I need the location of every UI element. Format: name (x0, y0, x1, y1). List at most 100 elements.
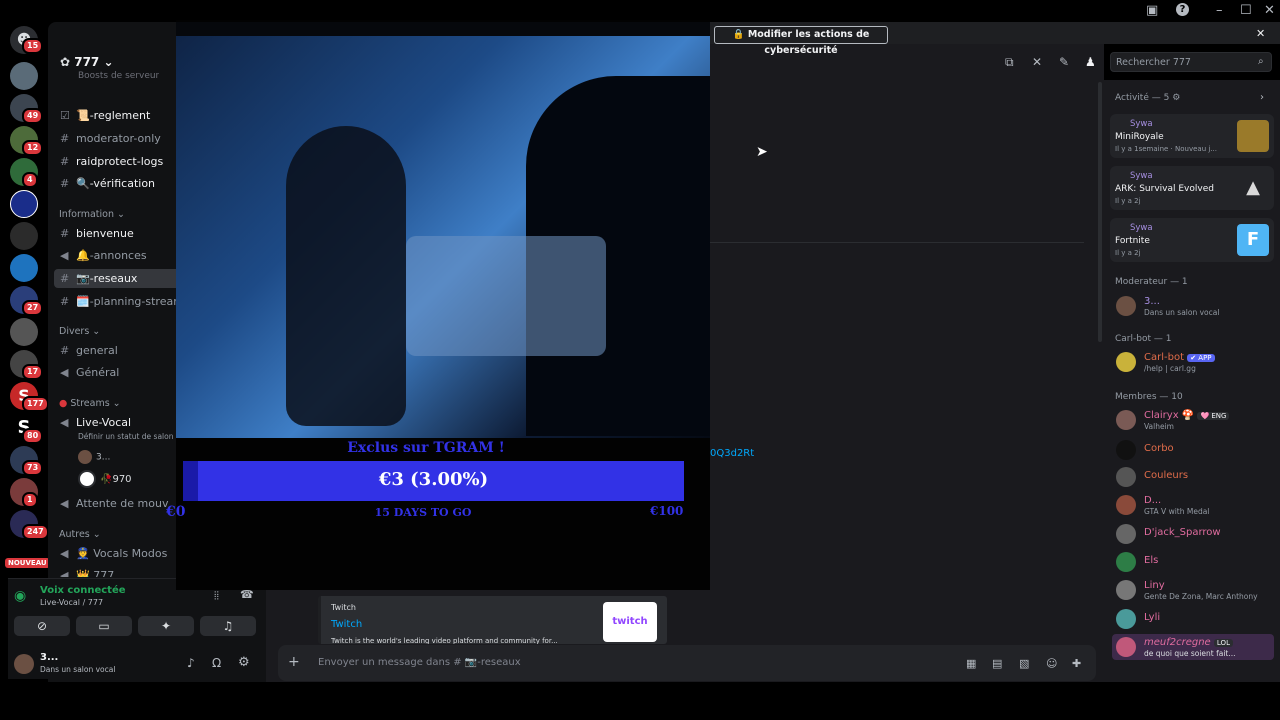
channel-general[interactable]: # general (60, 344, 118, 357)
help-icon[interactable]: ? (1176, 3, 1189, 16)
section-label: Activité — 5 (1115, 93, 1170, 103)
member-tag: 🩷 ENG (1197, 412, 1230, 420)
moderator-header: Moderateur — 1 (1115, 277, 1188, 287)
server-icon[interactable] (10, 254, 38, 282)
apps-icon[interactable]: ✚ (1072, 657, 1081, 670)
mic-icon[interactable]: ♪ (187, 656, 195, 670)
inbox-icon[interactable]: ▣ (1146, 3, 1158, 18)
activity-card[interactable]: Sywa MiniRoyale Il y a 1semaine · Nouvea… (1110, 114, 1274, 158)
mute-icon[interactable]: ✕ (1032, 55, 1042, 69)
activity-game: Fortnite (1115, 236, 1150, 246)
category-label: Streams (70, 398, 110, 409)
goal-amount: €3 (3.00%) (378, 469, 489, 490)
activities-button[interactable]: ✦ (138, 616, 194, 636)
camera-off-button[interactable]: ⊘ (14, 616, 70, 636)
message-input[interactable]: Envoyer un message dans # 📷-reseaux (318, 657, 521, 668)
activity-time: Il y a 2j (1115, 197, 1141, 205)
gif-icon[interactable]: ▤ (992, 657, 1002, 670)
server-icon[interactable] (10, 318, 38, 346)
member-name: Lyli (1144, 612, 1161, 623)
signal-icon: ◉ (14, 588, 27, 604)
screen-share-button[interactable]: ▭ (76, 616, 132, 636)
activity-user: Sywa (1130, 119, 1153, 129)
channel-annonces[interactable]: ◀ 🔔-annonces (60, 249, 147, 262)
close-notice-icon[interactable]: ✕ (1256, 27, 1265, 40)
hash-icon: # (60, 227, 70, 240)
chevron-right-icon[interactable]: › (1260, 92, 1264, 103)
category-divers[interactable]: Divers ⌄ (59, 326, 100, 337)
server-name: 777 (74, 55, 100, 69)
minimize-button[interactable]: – (1216, 3, 1223, 18)
goal-max: €100 (650, 504, 684, 518)
close-window-button[interactable]: ✕ (1264, 3, 1275, 18)
emoji-icon[interactable]: ☺ (1046, 657, 1057, 670)
fortnite-server-icon[interactable] (10, 190, 38, 218)
voice-channel-attente[interactable]: ◀ Attente de mouv (60, 497, 168, 510)
channel-reglement[interactable]: ☑ 📜-reglement (60, 109, 150, 122)
activity-user: Sywa (1130, 223, 1153, 233)
avatar[interactable] (14, 654, 34, 674)
channel-verification[interactable]: # 🔍-vérification (60, 177, 155, 190)
lock-icon: 🔒 (732, 29, 748, 40)
message-link[interactable]: 0Q3d2Rt (710, 448, 754, 459)
add-attachment-icon[interactable]: + (288, 654, 300, 670)
sticker-icon[interactable]: ▧ (1019, 657, 1029, 670)
category-streams[interactable]: ● Streams ⌄ (59, 398, 121, 409)
avatar (78, 450, 92, 464)
bed-shape (406, 236, 606, 356)
voice-user[interactable]: 3... (78, 450, 110, 464)
voice-status[interactable]: Voix connectée (40, 585, 126, 596)
settings-gear-icon[interactable]: ⚙ (238, 655, 250, 670)
bot-header: Carl-bot — 1 (1115, 334, 1172, 344)
member-name: meuf2cregne LOL (1144, 637, 1233, 648)
unread-badge: 247 (22, 524, 49, 540)
channel-status[interactable]: Définir un statut de salon (78, 432, 173, 441)
bot-name: Carl-bot (1144, 352, 1184, 363)
voice-channel-live-vocal[interactable]: ◀ Live-Vocal (60, 416, 131, 429)
server-boost[interactable]: Boosts de serveur (78, 71, 159, 80)
server-header[interactable]: ✿ 777 ⌄ (60, 55, 114, 69)
pin-icon[interactable]: ✎ (1059, 55, 1069, 69)
embed-title[interactable]: Twitch (331, 619, 362, 630)
member-status: GTA V with Medal (1144, 507, 1210, 516)
cybersecurity-button[interactable]: 🔒 Modifier les actions de cybersécurité (714, 26, 888, 56)
voice-user[interactable]: 🥀970 (78, 470, 132, 488)
donation-progress-bar: €3 (3.00%) (183, 461, 684, 501)
hash-icon: # (60, 344, 70, 357)
member-name: 3... (1144, 296, 1160, 307)
voice-channel-path[interactable]: Live-Vocal / 777 (40, 598, 103, 607)
scrollbar[interactable] (1098, 82, 1102, 342)
avatar (1116, 609, 1136, 629)
soundboard-button[interactable]: ♫ (200, 616, 256, 636)
server-icon[interactable] (10, 62, 38, 90)
category-autres[interactable]: Autres ⌄ (59, 529, 101, 540)
hash-icon: # (60, 272, 70, 285)
voice-channel-777[interactable]: ◀ 👑 777 (60, 569, 114, 577)
member-list-icon[interactable]: ♟ (1085, 55, 1096, 69)
voice-channel-vocals-modos[interactable]: ◀ 👮 Vocals Modos (60, 547, 167, 560)
channel-raidprotect-logs[interactable]: # raidprotect-logs (60, 155, 163, 168)
activity-card[interactable]: Sywa ARK: Survival Evolved Il y a 2j ▲ (1110, 166, 1274, 210)
gift-icon[interactable]: ▦ (966, 657, 976, 670)
activity-header[interactable]: Activité — 5 ⚙ (1115, 93, 1180, 103)
title-bar: ▣ ? – ☐ ✕ (0, 0, 1280, 22)
otb-server-icon[interactable] (10, 222, 38, 250)
divider (710, 242, 1084, 243)
threads-icon[interactable]: ⧉ (1005, 55, 1014, 70)
person-silhouette (286, 126, 406, 426)
search-input[interactable]: Rechercher 777 (1110, 52, 1272, 72)
channel-bienvenue[interactable]: # bienvenue (60, 227, 134, 240)
maximize-button[interactable]: ☐ (1240, 3, 1252, 18)
activity-card[interactable]: Sywa Fortnite Il y a 2j F (1110, 218, 1274, 262)
voice-user-name: 🥀970 (100, 474, 132, 485)
channel-reseaux[interactable]: # 📷-reseaux (54, 269, 188, 288)
video-frame (176, 36, 710, 438)
voice-channel-general[interactable]: ◀ Général (60, 366, 119, 379)
channel-moderator-only[interactable]: # moderator-only (60, 132, 161, 145)
headphones-icon[interactable]: Ω (212, 656, 221, 670)
noise-suppression-icon[interactable]: ⦙⦙ (214, 589, 219, 603)
channel-planning-streams[interactable]: # 🗓️-planning-streams (60, 295, 190, 308)
unread-badge: 80 (22, 428, 44, 444)
category-information[interactable]: Information ⌄ (59, 209, 125, 220)
avatar (1116, 637, 1136, 657)
